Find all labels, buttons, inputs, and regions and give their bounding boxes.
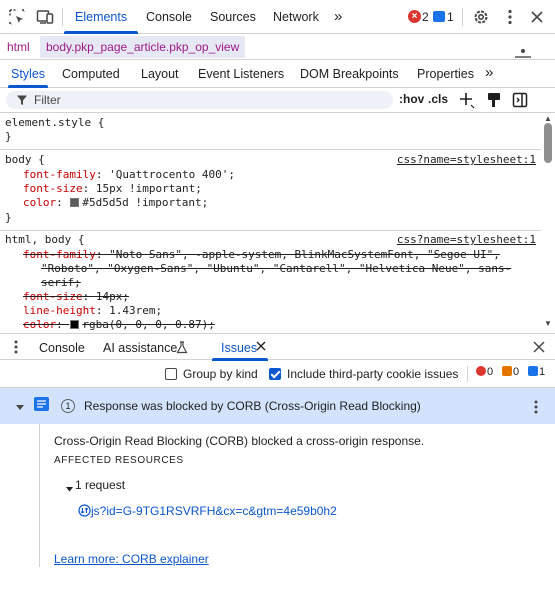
affected-resources-heading: AFFECTED RESOURCES [54, 455, 184, 466]
issue-title: Response was blocked by CORB (Cross-Orig… [84, 399, 421, 413]
drawer-tab-console[interactable]: Console [39, 334, 85, 361]
info-icon [528, 366, 538, 376]
tab-elements[interactable]: Elements [75, 0, 127, 34]
warning-issue-count: 0 [502, 366, 519, 378]
html-body-style-rule[interactable]: html, body { css?name=stylesheet:1 font-… [0, 231, 541, 333]
device-toolbar-icon[interactable] [36, 8, 54, 26]
settings-gear-icon[interactable] [472, 8, 490, 26]
tab-sources[interactable]: Sources [210, 0, 256, 34]
flask-icon [176, 341, 188, 357]
drawer-tabbar: Console AI assistance Issues [0, 333, 555, 361]
expand-chevron-icon[interactable] [15, 401, 25, 415]
request-toggle-chevron-icon[interactable] [65, 482, 74, 496]
class-toggle[interactable]: .cls [428, 92, 448, 106]
styles-filter-row: Filter :hov .cls [0, 88, 555, 113]
color-swatch[interactable] [70, 320, 80, 329]
body-rule-selector: body { [5, 153, 45, 166]
issue-details: Cross-Origin Read Blocking (CORB) blocke… [0, 424, 555, 591]
filter-input[interactable]: Filter [6, 91, 393, 109]
drawer-menu-icon[interactable] [9, 339, 23, 358]
toggle-sidebar-icon[interactable] [512, 91, 528, 112]
scroll-up-arrow-icon[interactable]: ▲ [544, 114, 552, 123]
devtools-toolbar: Elements Console Sources Network » × 2 1 [0, 0, 555, 34]
filter-placeholder: Filter [34, 93, 61, 107]
new-style-rule-icon[interactable] [458, 91, 476, 112]
css-declaration-overridden[interactable]: color: rgba(0, 0, 0, 0.87); [23, 318, 215, 332]
breadcrumb-body[interactable]: body.pkp_page_article.pkp_op_view [40, 36, 246, 58]
tab-computed[interactable]: Computed [62, 60, 120, 88]
css-declaration[interactable]: font-size: 15px !important; [23, 182, 202, 196]
scroll-down-arrow-icon[interactable]: ▼ [544, 319, 552, 328]
breadcrumb: html body.pkp_page_article.pkp_op_view [0, 34, 555, 60]
network-request-icon[interactable] [78, 504, 91, 520]
info-issue-count: 1 [528, 366, 545, 378]
error-badge-icon[interactable]: × [408, 10, 421, 23]
tab-dom-breakpoints[interactable]: DOM Breakpoints [300, 60, 399, 88]
styles-scrollbar[interactable]: ▲ ▼ [541, 113, 555, 333]
drawer-tab-ai-assistance[interactable]: AI assistance [103, 334, 177, 361]
styles-pane: element.style { } body { css?name=styles… [0, 113, 541, 333]
dock-handle-icon[interactable] [514, 48, 532, 60]
third-party-cookie-checkbox[interactable] [269, 368, 281, 380]
more-options-icon[interactable] [501, 8, 519, 26]
group-by-kind-label[interactable]: Group by kind [183, 367, 258, 381]
element-style-selector: element.style { [5, 116, 105, 129]
issue-more-options-icon[interactable] [530, 399, 542, 418]
html-body-rule-selector: html, body { [5, 233, 85, 246]
info-count[interactable]: 1 [447, 10, 454, 24]
body-style-rule[interactable]: body { css?name=stylesheet:1 font-family… [0, 150, 541, 231]
issue-description: Cross-Origin Read Blocking (CORB) blocke… [54, 434, 425, 448]
css-declaration[interactable]: font-family: 'Quattrocento 400'; [23, 168, 235, 182]
tab-network[interactable]: Network [273, 0, 319, 34]
error-count[interactable]: 2 [422, 10, 429, 24]
issues-toolbar: Group by kind Include third-party cookie… [0, 360, 555, 388]
tab-event-listeners[interactable]: Event Listeners [198, 60, 284, 88]
tab-console[interactable]: Console [146, 0, 192, 34]
info-badge-icon[interactable] [433, 11, 445, 22]
details-rail [39, 424, 40, 567]
tab-properties[interactable]: Properties [417, 60, 474, 88]
learn-more-link[interactable]: Learn more: CORB explainer [54, 552, 209, 566]
filter-icon [16, 94, 28, 109]
css-declaration-overridden[interactable]: font-size: 14px; [23, 290, 129, 304]
hover-state-toggle[interactable]: :hov [399, 92, 424, 106]
drawer-tab-issues[interactable]: Issues [221, 334, 257, 361]
breadcrumb-html[interactable]: html [7, 40, 30, 54]
element-style-rule[interactable]: element.style { } [0, 113, 541, 150]
body-rule-source-link[interactable]: css?name=stylesheet:1 [397, 153, 536, 167]
issue-header[interactable]: 1 Response was blocked by CORB (Cross-Or… [0, 388, 555, 424]
more-tabs-button[interactable]: » [334, 0, 342, 33]
close-tab-icon[interactable] [256, 340, 266, 355]
css-declaration-overridden-cont: serif; [41, 276, 81, 289]
group-by-kind-checkbox[interactable] [165, 368, 177, 380]
element-style-close: } [5, 130, 12, 143]
css-declaration[interactable]: color: #5d5d5d !important; [23, 196, 208, 210]
css-declaration[interactable]: line-height: 1.43rem; [23, 304, 162, 318]
scrollbar-thumb[interactable] [544, 123, 552, 163]
color-format-icon[interactable] [486, 91, 502, 112]
tab-layout[interactable]: Layout [141, 60, 179, 88]
close-devtools-icon[interactable] [528, 8, 546, 26]
third-party-cookie-label[interactable]: Include third-party cookie issues [287, 367, 458, 381]
error-icon [476, 366, 486, 376]
inspect-element-icon[interactable] [8, 8, 26, 26]
issue-occurrence-count: 1 [61, 399, 75, 413]
color-swatch[interactable] [70, 198, 80, 207]
body-rule-close: } [5, 211, 12, 224]
close-drawer-icon[interactable] [532, 340, 546, 357]
css-declaration-overridden[interactable]: font-family: "Noto Sans", -apple-system,… [23, 248, 500, 262]
request-toggle[interactable]: 1 request [75, 478, 125, 492]
html-body-rule-source-link[interactable]: css?name=stylesheet:1 [397, 233, 536, 247]
warning-icon [502, 366, 512, 376]
error-issue-count: 0 [476, 366, 493, 378]
elements-subtabs: Styles Computed Layout Event Listeners D… [0, 60, 555, 88]
css-declaration-overridden-cont: "Roboto", "Oxygen-Sans", "Ubuntu", "Cant… [41, 262, 512, 275]
issue-message-icon [34, 397, 49, 411]
affected-resource-link[interactable]: js?id=G-9TG1RSVRFH&cx=c&gtm=4e59b0h2 [91, 504, 337, 518]
tab-styles[interactable]: Styles [11, 60, 45, 88]
more-subtabs-button[interactable]: » [485, 59, 493, 87]
